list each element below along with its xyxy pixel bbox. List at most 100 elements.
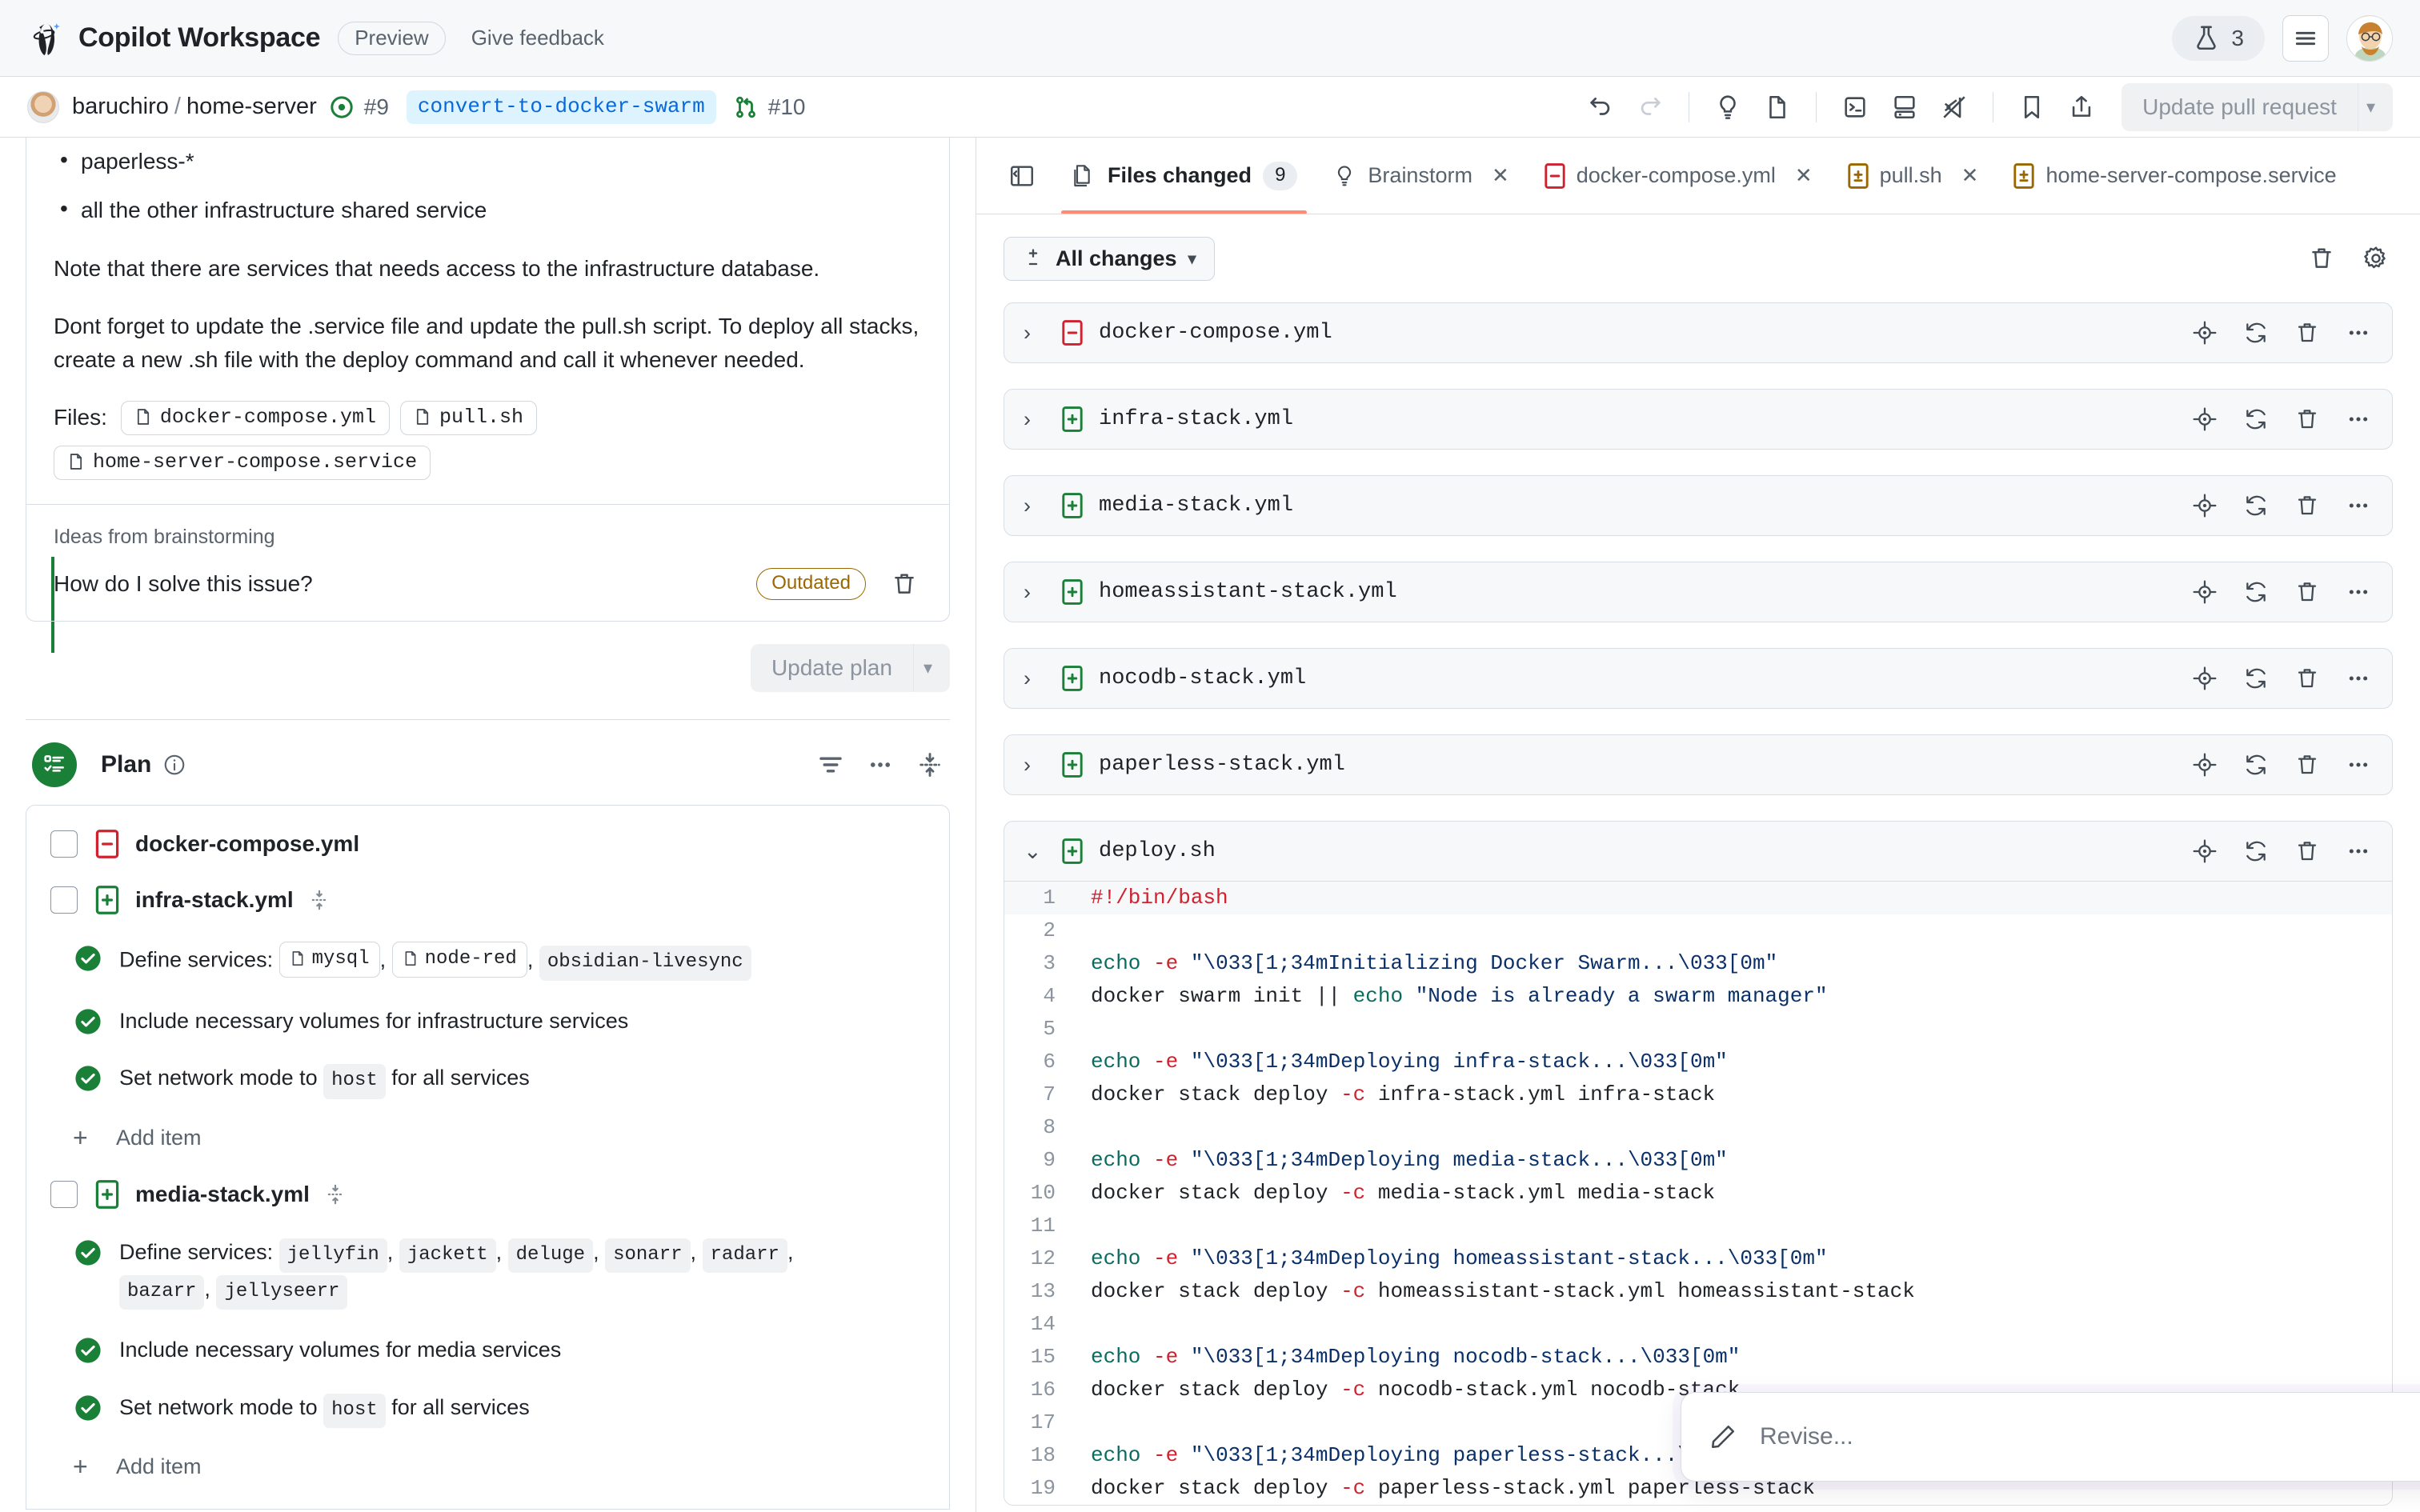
line-content[interactable] (1073, 1210, 1104, 1242)
table-row[interactable]: ⌄ deploy.sh (1004, 821, 2393, 882)
chevron-right-icon[interactable]: › (1024, 494, 1048, 518)
trash-icon[interactable] (2308, 245, 2335, 272)
tab-files-changed[interactable]: Files changed 9 (1053, 138, 1315, 214)
service-chip[interactable]: node-red (391, 941, 527, 978)
service-chip[interactable]: mysql (278, 941, 380, 978)
line-content[interactable] (1073, 1013, 1104, 1046)
target-icon[interactable] (2192, 320, 2218, 346)
regenerate-icon[interactable] (2243, 493, 2269, 518)
drag-handle-icon[interactable] (308, 889, 331, 911)
table-row[interactable]: › nocodb-stack.yml (1004, 648, 2393, 709)
labs-button[interactable]: 3 (2172, 15, 2265, 61)
idea-question[interactable]: How do I solve this issue? (54, 571, 313, 597)
regenerate-icon[interactable] (2243, 320, 2269, 346)
line-content[interactable]: docker stack deploy -c homeassistant-sta… (1073, 1275, 1915, 1308)
regenerate-icon[interactable] (2243, 838, 2269, 864)
line-content[interactable]: docker stack deploy -c infra-stack.yml i… (1073, 1078, 1715, 1111)
line-content[interactable]: #!/bin/bash (1073, 882, 1228, 914)
gear-icon[interactable] (2362, 245, 2390, 272)
more-options-icon[interactable] (2346, 838, 2371, 864)
more-options-icon[interactable] (2346, 320, 2371, 346)
tab-pull-sh[interactable]: pull.sh ✕ (1830, 138, 1997, 214)
line-content[interactable]: docker stack deploy -c nocodb-stack.yml … (1073, 1374, 1740, 1406)
trash-icon[interactable] (2294, 406, 2320, 432)
pull-request-number[interactable]: #10 (768, 94, 806, 120)
line-content[interactable]: docker stack deploy -c media-stack.yml m… (1073, 1177, 1715, 1210)
codespace-icon[interactable] (1882, 85, 1927, 130)
line-content[interactable]: echo -e "\033[1;34mDeploying paperless-s… (1073, 1439, 1777, 1472)
close-icon[interactable]: ✕ (1961, 163, 1979, 188)
target-icon[interactable] (2192, 838, 2218, 864)
update-pull-request-button[interactable]: Update pull request ▾ (2122, 82, 2393, 131)
all-changes-dropdown[interactable]: All changes ▾ (1004, 236, 1215, 281)
file-chip[interactable]: pull.sh (399, 400, 537, 435)
table-row[interactable]: › docker-compose.yml (1004, 302, 2393, 363)
line-content[interactable]: echo -e "\033[1;34mDeploying media-stack… (1073, 1144, 1728, 1177)
redo-icon[interactable] (1628, 85, 1673, 130)
more-options-icon[interactable] (2346, 666, 2371, 691)
line-content[interactable]: echo -e "\033[1;34mDeploying infra-stack… (1073, 1046, 1728, 1078)
undo-icon[interactable] (1578, 85, 1623, 130)
trash-icon[interactable] (2294, 666, 2320, 691)
share-icon[interactable] (2059, 85, 2104, 130)
tab-docker-compose-yml[interactable]: docker-compose.yml ✕ (1527, 138, 1830, 214)
revise-input-bar[interactable]: Revise... (1681, 1392, 2420, 1482)
chevron-down-icon[interactable]: ▾ (912, 643, 950, 692)
plan-file-row[interactable]: docker-compose.yml (26, 829, 949, 858)
chevron-down-icon[interactable]: ▾ (2357, 82, 2393, 131)
repo-name[interactable]: home-server (186, 94, 317, 119)
chevron-right-icon[interactable]: › (1024, 666, 1048, 691)
chevron-down-icon[interactable]: ⌄ (1024, 839, 1048, 864)
table-row[interactable]: › paperless-stack.yml (1004, 734, 2393, 795)
tab-brainstorm[interactable]: Brainstorm ✕ (1315, 138, 1526, 214)
more-options-icon[interactable] (2346, 579, 2371, 605)
target-icon[interactable] (2192, 752, 2218, 778)
drag-handle-icon[interactable] (324, 1183, 347, 1206)
chevron-right-icon[interactable]: › (1024, 321, 1048, 346)
line-content[interactable] (1073, 1308, 1104, 1341)
line-content[interactable] (1073, 1406, 1104, 1439)
chevron-right-icon[interactable]: › (1024, 407, 1048, 432)
give-feedback-link[interactable]: Give feedback (471, 26, 604, 50)
plan-file-row[interactable]: media-stack.yml (26, 1179, 949, 1209)
user-avatar[interactable] (2346, 14, 2393, 62)
regenerate-icon[interactable] (2243, 406, 2269, 432)
line-content[interactable]: echo -e "\033[1;34mInitializing Docker S… (1073, 947, 1777, 980)
line-content[interactable]: docker swarm init || echo "Node is alrea… (1073, 980, 1828, 1013)
trash-icon[interactable] (2294, 579, 2320, 605)
chevron-right-icon[interactable]: › (1024, 753, 1048, 778)
more-options-icon[interactable] (2346, 493, 2371, 518)
regenerate-icon[interactable] (2243, 579, 2269, 605)
hamburger-menu-icon[interactable] (2282, 14, 2329, 62)
chevron-right-icon[interactable]: › (1024, 580, 1048, 605)
terminal-icon[interactable] (1833, 85, 1877, 130)
plan-file-checkbox[interactable] (50, 1180, 78, 1208)
close-icon[interactable]: ✕ (1795, 163, 1813, 188)
more-options-icon[interactable] (2346, 406, 2371, 432)
plan-file-row[interactable]: infra-stack.yml (26, 885, 949, 914)
line-content[interactable]: echo -e "\033[1;34mDeploying nocodb-stac… (1073, 1341, 1740, 1374)
branch-badge[interactable]: convert-to-docker-swarm (406, 90, 716, 124)
add-item-button[interactable]: + Add item (26, 1123, 949, 1153)
info-icon[interactable] (162, 753, 186, 777)
target-icon[interactable] (2192, 493, 2218, 518)
trash-icon[interactable] (2294, 320, 2320, 346)
trash-icon[interactable] (2294, 752, 2320, 778)
regenerate-icon[interactable] (2243, 666, 2269, 691)
plan-file-checkbox[interactable] (50, 830, 78, 858)
issue-number[interactable]: #9 (364, 94, 389, 120)
add-item-button[interactable]: + Add item (26, 1452, 949, 1482)
trash-icon[interactable] (2294, 493, 2320, 518)
update-plan-button[interactable]: Update plan ▾ (750, 643, 950, 692)
trash-icon[interactable] (2294, 838, 2320, 864)
target-icon[interactable] (2192, 406, 2218, 432)
collapse-expand-icon[interactable] (916, 751, 944, 778)
folder-icon[interactable] (1755, 85, 1800, 130)
table-row[interactable]: › infra-stack.yml (1004, 389, 2393, 450)
file-chip[interactable]: home-server-compose.service (54, 445, 431, 480)
target-icon[interactable] (2192, 666, 2218, 691)
more-options-icon[interactable] (2346, 752, 2371, 778)
collapse-panel-icon[interactable] (991, 138, 1053, 214)
close-icon[interactable]: ✕ (1492, 163, 1509, 188)
bookmark-icon[interactable] (2009, 85, 2054, 130)
